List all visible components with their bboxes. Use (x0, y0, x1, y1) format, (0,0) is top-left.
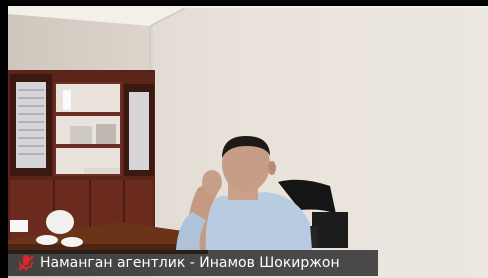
participant-name-bar: Наманган агентлик - Инамов Шокиржон (8, 250, 378, 276)
video-tile[interactable]: Наманган агентлик - Инамов Шокиржон (0, 0, 488, 278)
microphone-muted-icon[interactable] (16, 253, 36, 273)
participant-name: Наманган агентлик - Инамов Шокиржон (40, 255, 340, 271)
participant-video (0, 0, 488, 278)
